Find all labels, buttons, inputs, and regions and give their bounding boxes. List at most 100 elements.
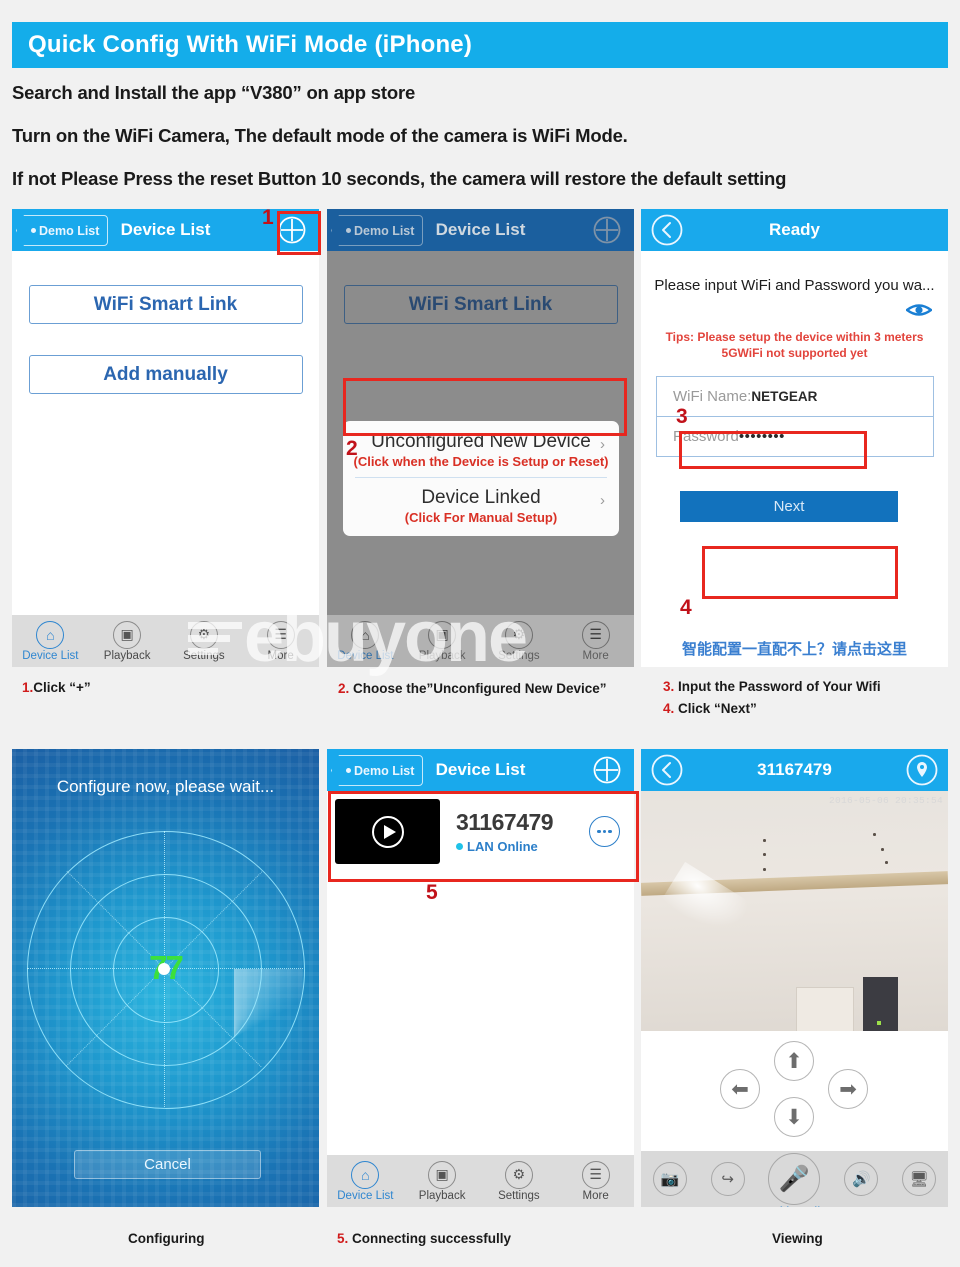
annotation-number-2: 2 — [346, 437, 358, 460]
tab-device-list[interactable]: ⌂ Device List — [327, 1160, 404, 1202]
home-icon: ⌂ — [351, 620, 380, 649]
back-dot-icon — [31, 228, 36, 233]
arrow-right-icon[interactable]: ➡ — [828, 1069, 868, 1109]
smart-config-help-link[interactable]: 智能配置一直配不上？请点击这里 — [641, 638, 948, 659]
screenshot-panel-4: Configure now, please wait... 77 Cancel — [12, 749, 319, 1207]
more-icon: ☰ — [581, 620, 610, 649]
option-title: Device Linked — [421, 487, 541, 508]
cancel-button[interactable]: Cancel — [74, 1150, 261, 1179]
annotation-number-3: 3 — [676, 405, 688, 428]
annotation-box-2 — [343, 378, 627, 436]
video-scene-device — [863, 977, 898, 1031]
back-to-demo-list-button[interactable]: Demo List — [331, 755, 424, 786]
caption-2: 2. Choose the”Unconfigured New Device” — [338, 681, 607, 696]
tab-playback[interactable]: ▣ Playback — [404, 1160, 481, 1202]
back-to-demo-list-button[interactable]: Demo List — [16, 215, 109, 246]
arrow-down-icon[interactable]: ⬇ — [774, 1097, 814, 1137]
screen1-body: WiFi Smart Link Add manually ⌂ Device Li… — [12, 251, 319, 667]
annotation-box-1 — [277, 211, 321, 255]
chevron-right-icon: › — [600, 492, 605, 509]
home-icon: ⌂ — [351, 1160, 380, 1189]
plus-circle-icon[interactable] — [593, 216, 621, 244]
microphone-icon[interactable]: 🎤 Hold to talk — [766, 1153, 823, 1207]
wifi-prompt-text: Please input WiFi and Password you wa... — [654, 277, 935, 294]
wifi-smart-link-button[interactable]: WiFi Smart Link — [28, 285, 303, 324]
camera-live-view[interactable]: 2016-05-06 20:35:54 — [641, 791, 948, 1031]
wifi-name-value: NETGEAR — [751, 389, 818, 404]
configuring-screen: Configure now, please wait... 77 Cancel — [12, 749, 319, 1207]
radar-center-dot — [158, 963, 170, 975]
tab-more[interactable]: ☰ More — [557, 1160, 634, 1202]
tab-label: More — [582, 1189, 609, 1202]
back-label: Demo List — [354, 223, 415, 238]
gear-icon: ⚙ — [504, 620, 533, 649]
wifi-name-field[interactable]: WiFi Name: NETGEAR — [657, 377, 933, 416]
tips-line-1: Tips: Please setup the device within 3 m… — [665, 330, 924, 344]
instruction-line-1: Search and Install the app “V380” on app… — [12, 82, 416, 103]
camera-icon[interactable]: 📷 — [652, 1162, 687, 1196]
tab-device-list[interactable]: ⌂ Device List — [327, 620, 404, 662]
chevron-right-icon: › — [600, 436, 605, 453]
caption-number: 4. — [663, 701, 675, 716]
navbar: Ready — [641, 209, 948, 251]
navbar-title: Ready — [768, 220, 821, 239]
tab-playback[interactable]: ▣ Playback — [404, 620, 481, 662]
navbar-title: 31167479 — [757, 760, 832, 779]
caption-number: 2. — [338, 681, 350, 696]
speaker-icon[interactable]: 🔊 — [844, 1162, 879, 1196]
add-manually-button[interactable]: Add manually — [28, 355, 303, 394]
gear-icon: ⚙ — [504, 1160, 533, 1189]
hold-to-talk-label: Hold to talk — [766, 1205, 823, 1207]
caption-5: Configuring — [128, 1231, 204, 1246]
eye-icon[interactable] — [904, 302, 934, 318]
option-subtitle: (Click For Manual Setup) — [404, 510, 558, 525]
tab-device-list[interactable]: ⌂ Device List — [12, 620, 89, 662]
device-linked-option[interactable]: Device Linked (Click For Manual Setup) › — [343, 483, 619, 528]
arrow-up-icon[interactable]: ⬆ — [774, 1041, 814, 1081]
navbar-title: Device List — [435, 760, 526, 779]
caption-text: Connecting successfully — [348, 1231, 512, 1246]
back-chevron-icon[interactable] — [651, 754, 683, 786]
annotation-box-4 — [702, 546, 898, 599]
tab-more[interactable]: ☰ More — [242, 620, 319, 662]
instruction-line-2: Turn on the WiFi Camera, The default mod… — [12, 125, 628, 146]
caption-4: 4. Click “Next” — [663, 701, 757, 716]
plus-circle-icon[interactable] — [593, 756, 621, 784]
tab-label: Playback — [418, 649, 466, 662]
arrow-left-icon[interactable]: ⬅ — [720, 1069, 760, 1109]
caption-1: 1.Click “+” — [22, 680, 91, 695]
navbar-title: Device List — [120, 220, 211, 239]
tab-settings[interactable]: ⚙ Settings — [481, 620, 558, 662]
tab-more[interactable]: ☰ More — [557, 620, 634, 662]
playback-icon: ▣ — [428, 620, 457, 649]
more-icon: ☰ — [266, 620, 295, 649]
tab-label: Settings — [498, 1189, 540, 1202]
tab-settings[interactable]: ⚙ Settings — [166, 620, 243, 662]
tab-settings[interactable]: ⚙ Settings — [481, 1160, 558, 1202]
device-type-sheet: Unconfigured New Device (Click when the … — [343, 421, 619, 536]
annotation-number-5: 5 — [426, 881, 438, 904]
back-to-demo-list-button[interactable]: Demo List — [331, 215, 424, 246]
navbar: 31167479 — [641, 749, 948, 791]
playback-icon: ▣ — [113, 620, 142, 649]
tab-label: Device List — [22, 649, 79, 662]
video-light-reflection — [660, 861, 752, 943]
share-180-icon[interactable]: ↪ — [710, 1162, 745, 1196]
caption-3: 3. Input the Password of Your Wifi — [663, 679, 881, 694]
video-scene-led — [877, 1021, 881, 1025]
tab-label: Settings — [498, 649, 540, 662]
annotation-number-1: 1 — [262, 206, 274, 229]
location-pin-icon[interactable] — [906, 754, 938, 791]
caption-number: 3. — [663, 679, 675, 694]
caption-6: 5. Connecting successfully — [337, 1231, 511, 1246]
bottom-tabbar: ⌂ Device List ▣ Playback ⚙ Settings ☰ Mo… — [12, 615, 319, 667]
back-dot-icon — [346, 768, 351, 773]
monitor-icon[interactable]: 🖥 — [902, 1162, 937, 1196]
instruction-line-3: If not Please Press the reset Button 10 … — [12, 168, 787, 189]
screenshot-panel-1: Demo List Device List WiFi Smart Link Ad… — [12, 209, 319, 667]
next-button[interactable]: Next — [680, 491, 898, 522]
tab-playback[interactable]: ▣ Playback — [89, 620, 166, 662]
tab-label: Device List — [337, 649, 394, 662]
page-title-bar: Quick Config With WiFi Mode (iPhone) — [12, 22, 948, 68]
back-chevron-icon[interactable] — [651, 214, 683, 246]
